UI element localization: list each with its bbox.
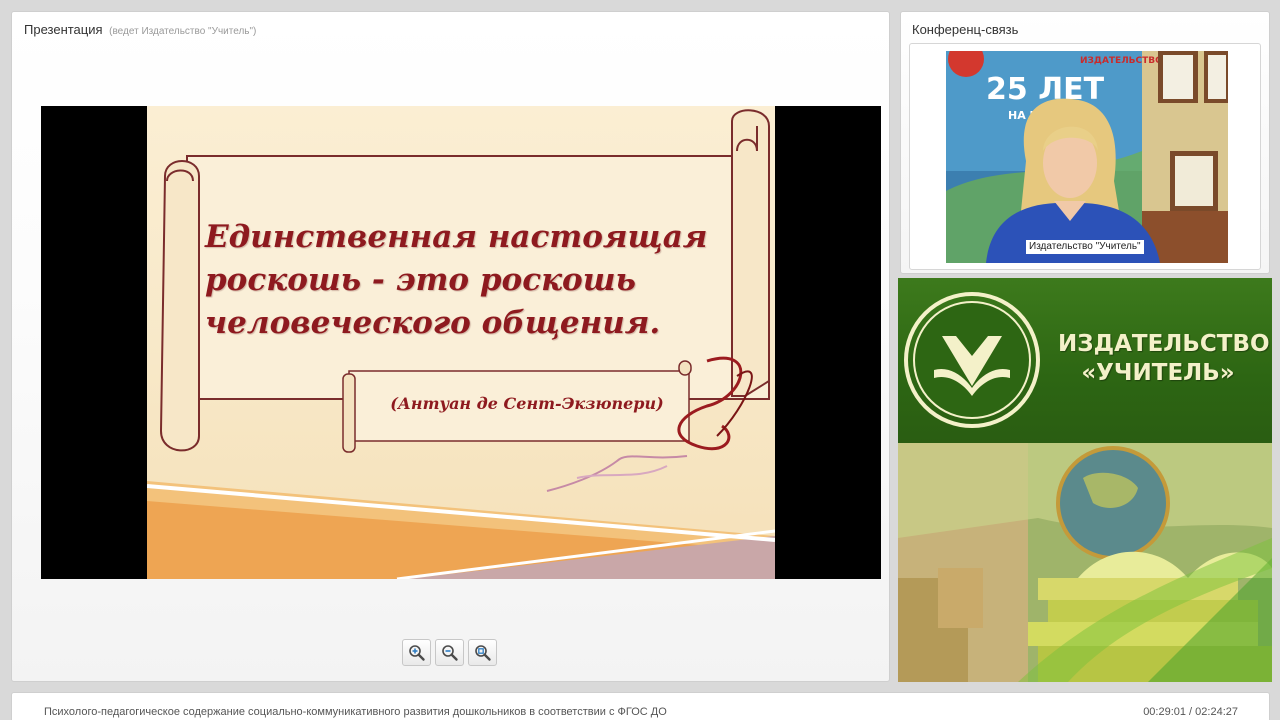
zoom-fit-button[interactable] [468,639,497,666]
magnifier-plus-icon [408,644,425,661]
zoom-controls [402,639,497,666]
publisher-name: ИЗДАТЕЛЬСТВО «УЧИТЕЛЬ» [1058,331,1270,386]
conference-panel: Конференц-связь ИЗДАТЕЛЬСТВО 25 ЛЕТ НА К… [900,11,1270,274]
slide-quote: Единственная настоящая роскошь - это рос… [205,219,708,341]
video-frame: ИЗДАТЕЛЬСТВО 25 ЛЕТ НА КНИЖНОМ Издат [909,43,1261,270]
slide-author: (Антуан де Сент-Экзюпери) [390,394,664,413]
presentation-host: (ведет Издательство "Учитель") [109,26,257,37]
conference-title: Конференц-связь [912,22,1019,37]
webinar-title: Психолого-педагогическое содержание соци… [44,706,667,718]
zoom-out-button[interactable] [435,639,464,666]
magnifier-fit-icon [474,644,491,661]
webcam-scene: ИЗДАТЕЛЬСТВО 25 ЛЕТ НА КНИЖНОМ [946,51,1228,263]
presentation-panel: Презентация (ведет Издательство "Учитель… [11,11,890,682]
publisher-banner: ИЗДАТЕЛЬСТВО «УЧИТЕЛЬ» [898,278,1272,682]
slide: Единственная настоящая роскошь - это рос… [147,106,775,579]
magnifier-minus-icon [441,644,458,661]
playback-time: 00:29:01 / 02:24:27 [1143,706,1238,718]
poster-top-text: ИЗДАТЕЛЬСТВО [1080,56,1163,66]
presentation-title: Презентация [24,22,103,37]
participant-label: Издательство "Учитель" [1026,240,1144,254]
webcam-video[interactable]: ИЗДАТЕЛЬСТВО 25 ЛЕТ НА КНИЖНОМ Издат [946,51,1228,263]
zoom-in-button[interactable] [402,639,431,666]
footer-bar: Психолого-педагогическое содержание соци… [11,692,1270,720]
poster-years-text: 25 ЛЕТ [986,72,1105,107]
presentation-header: Презентация (ведет Издательство "Учитель… [24,22,256,37]
book-logo-icon [904,292,1040,428]
slide-viewer: Единственная настоящая роскошь - это рос… [41,106,881,579]
